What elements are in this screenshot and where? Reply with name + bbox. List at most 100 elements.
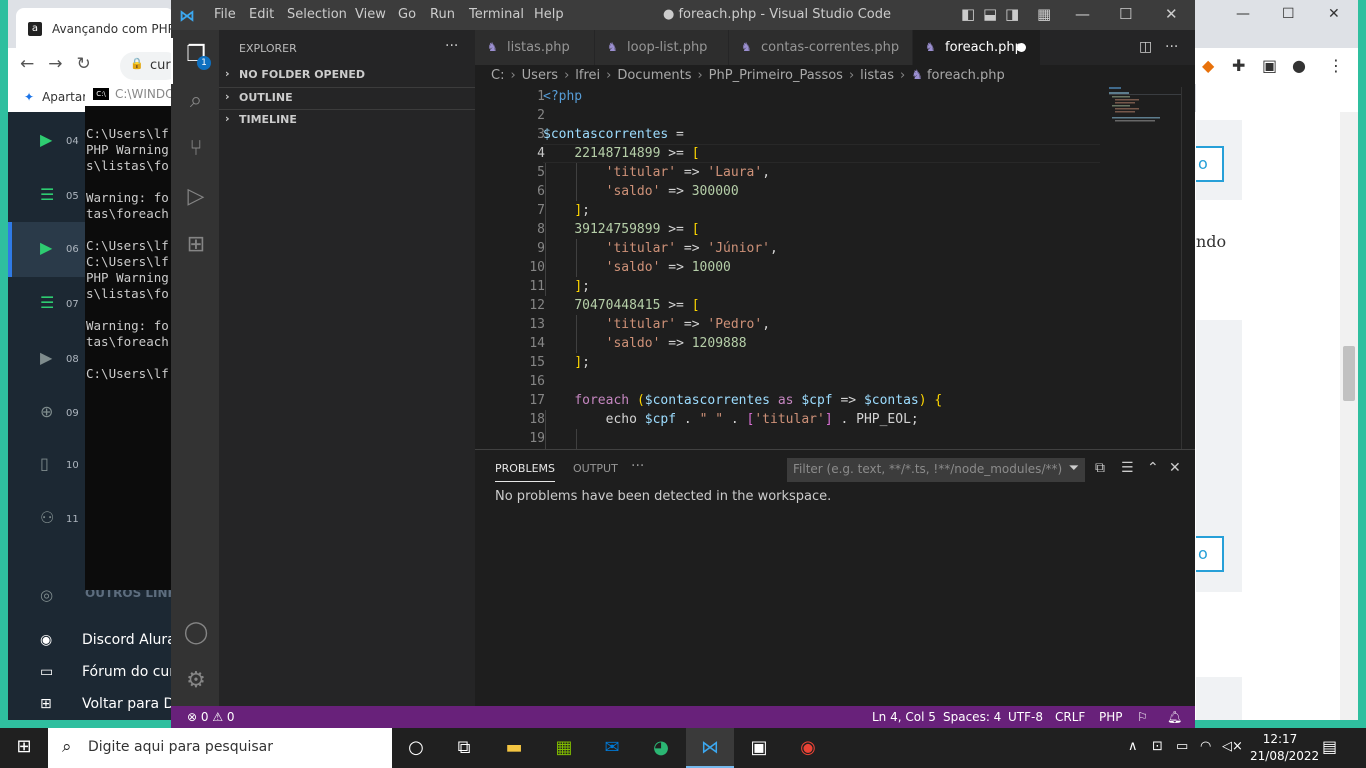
extensions-icon[interactable]: ⊞ — [183, 232, 209, 257]
sidepanel-icon[interactable]: ▣ — [1262, 56, 1277, 75]
feedback-icon[interactable]: ⚐ — [1137, 710, 1148, 724]
menu-view[interactable]: View — [355, 7, 386, 22]
account-icon[interactable]: ◯ — [183, 620, 209, 645]
breadcrumb-item[interactable]: lfrei — [575, 68, 600, 83]
view-as-list-icon[interactable]: ☰ — [1121, 460, 1134, 476]
dashboard-link[interactable]: ⊞ Voltar para Da — [40, 696, 183, 712]
taskbar-search[interactable]: ⌕ Digite aqui para pesquisar — [48, 728, 392, 768]
menu-edit[interactable]: Edit — [249, 7, 274, 22]
tab-problems[interactable]: PROBLEMS — [495, 462, 556, 482]
avatar[interactable]: ● — [1292, 56, 1306, 75]
breadcrumb-item[interactable]: C: — [491, 68, 504, 83]
puzzle-icon[interactable]: ✚ — [1232, 56, 1245, 75]
editor-scrollbar[interactable] — [1181, 87, 1195, 449]
minimize-icon[interactable]: — — [1075, 5, 1090, 23]
source-control-icon[interactable]: ⑂ — [183, 136, 209, 161]
cmd-titlebar[interactable]: C:\ C:\WINDO — [85, 82, 175, 106]
maximize-icon[interactable]: ☐ — [1282, 6, 1295, 22]
explorer-badge: 1 — [197, 56, 211, 70]
chrome-icon[interactable]: ◉ — [784, 728, 832, 768]
collapse-all-icon[interactable]: ⧉ — [1095, 460, 1105, 476]
toggle-secondary-sidebar-icon[interactable]: ◨ — [1005, 5, 1019, 23]
breadcrumb-item[interactable]: foreach.php — [927, 68, 1005, 83]
task-view-icon[interactable]: ⧉ — [440, 728, 488, 768]
menu-go[interactable]: Go — [398, 7, 416, 22]
indentation-status[interactable]: Spaces: 4 — [943, 710, 1001, 724]
page-button[interactable]: o — [1196, 536, 1224, 572]
bell-icon[interactable]: 🔔︎ — [1167, 710, 1182, 724]
notifications-icon[interactable]: ▤ — [1322, 737, 1337, 756]
menu-file[interactable]: File — [214, 7, 236, 22]
volume-muted-icon[interactable]: ◁× — [1222, 739, 1243, 754]
edge-icon[interactable]: ◕ — [637, 728, 685, 768]
close-icon[interactable]: ✕ — [1165, 5, 1178, 23]
filter-icon[interactable]: ⏷ — [1069, 461, 1079, 476]
clock[interactable]: 12:17 21/08/2022 — [1250, 731, 1319, 765]
breadcrumb-item[interactable]: listas — [860, 68, 894, 83]
customize-layout-icon[interactable]: ▦ — [1037, 5, 1051, 23]
problems-filter-input[interactable]: Filter (e.g. text, **/*.ts, !**/node_mod… — [787, 458, 1085, 482]
section-outline[interactable]: › OUTLINE — [219, 87, 475, 109]
extension-badge-icon[interactable]: ◆ — [1202, 56, 1214, 75]
cortana-icon[interactable]: ○ — [392, 728, 440, 768]
forward-icon[interactable]: → — [48, 54, 62, 74]
page-scrollbar[interactable] — [1340, 112, 1358, 720]
code-editor[interactable]: 1 2 3 4 5 6 7 8 9 10 11 12 13 14 15 16 1… — [475, 87, 1195, 449]
minimize-icon[interactable]: — — [1236, 6, 1250, 22]
back-icon[interactable]: ← — [20, 54, 34, 74]
breadcrumb-item[interactable]: PhP_Primeiro_Passos — [709, 68, 843, 83]
section-timeline[interactable]: › TIMELINE — [219, 109, 475, 131]
cursor-position[interactable]: Ln 4, Col 5 — [872, 710, 936, 724]
language-mode[interactable]: PHP — [1099, 710, 1123, 724]
maximize-icon[interactable]: ☐ — [1119, 5, 1132, 23]
eol-status[interactable]: CRLF — [1055, 710, 1085, 724]
menu-run[interactable]: Run — [430, 7, 455, 22]
chevron-up-icon[interactable]: ∧ — [1128, 739, 1138, 754]
page-button[interactable]: o — [1196, 146, 1224, 182]
windows-start-icon[interactable]: ⊞ — [0, 728, 48, 768]
reload-icon[interactable]: ↻ — [77, 54, 91, 74]
vscode-taskbar-icon[interactable]: ⋈ — [686, 728, 734, 768]
discord-link[interactable]: ◉ Discord Alura — [40, 632, 176, 648]
store-icon[interactable]: ▦ — [540, 728, 588, 768]
course-item-number: 10 — [66, 460, 79, 471]
wifi-icon[interactable]: ◠ — [1200, 739, 1211, 754]
problems-status[interactable]: ⊗ 0 ⚠ 0 — [187, 710, 235, 724]
encoding-status[interactable]: UTF-8 — [1008, 710, 1043, 724]
battery-icon[interactable]: ▭ — [1176, 739, 1188, 754]
file-explorer-icon[interactable]: ▬ — [490, 728, 538, 768]
unsaved-dot-icon[interactable] — [1017, 43, 1026, 52]
tab-loop-list[interactable]: ♞ loop-list.php — [595, 30, 729, 65]
browser-tab[interactable]: a Avançando com PHP: A — [16, 8, 174, 48]
more-icon[interactable]: ⋮ — [1328, 56, 1344, 75]
breadcrumb-item[interactable]: Documents — [617, 68, 691, 83]
maximize-panel-icon[interactable]: ⌃ — [1147, 460, 1159, 476]
more-actions-icon[interactable]: ··· — [631, 458, 644, 474]
cmd-taskbar-icon[interactable]: ▣ — [735, 728, 783, 768]
menu-terminal[interactable]: Terminal — [469, 7, 524, 22]
more-actions-icon[interactable]: ··· — [445, 38, 458, 54]
tab-output[interactable]: OUTPUT — [573, 462, 618, 475]
toggle-panel-icon[interactable]: ⬓ — [983, 5, 997, 23]
close-icon[interactable]: ✕ — [1328, 6, 1340, 22]
minimap[interactable] — [1105, 87, 1183, 127]
run-debug-icon[interactable]: ▷ — [183, 184, 209, 209]
mail-icon[interactable]: ✉ — [588, 728, 636, 768]
split-editor-icon[interactable]: ◫ — [1139, 39, 1152, 55]
close-panel-icon[interactable]: ✕ — [1169, 460, 1181, 476]
bookmark-item[interactable]: Apartar — [42, 90, 87, 104]
more-actions-icon[interactable]: ··· — [1165, 39, 1178, 55]
breadcrumb-item[interactable]: Users — [522, 68, 558, 83]
tab-listas[interactable]: ♞ listas.php — [475, 30, 595, 65]
gear-icon[interactable]: ⚙ — [183, 668, 209, 693]
menu-selection[interactable]: Selection — [287, 7, 347, 22]
meet-now-icon[interactable]: ⊡ — [1152, 739, 1163, 754]
search-icon[interactable]: ⌕ — [183, 88, 209, 113]
section-no-folder[interactable]: › NO FOLDER OPENED — [219, 65, 475, 87]
page-scrollbar-thumb[interactable] — [1343, 346, 1355, 401]
tab-contas-correntes[interactable]: ♞ contas-correntes.php — [729, 30, 913, 65]
tab-foreach[interactable]: ♞ foreach.php — [913, 30, 1041, 65]
toggle-sidebar-icon[interactable]: ◧ — [961, 5, 975, 23]
forum-link[interactable]: ▭ Fórum do cur — [40, 664, 175, 680]
menu-help[interactable]: Help — [534, 7, 564, 22]
